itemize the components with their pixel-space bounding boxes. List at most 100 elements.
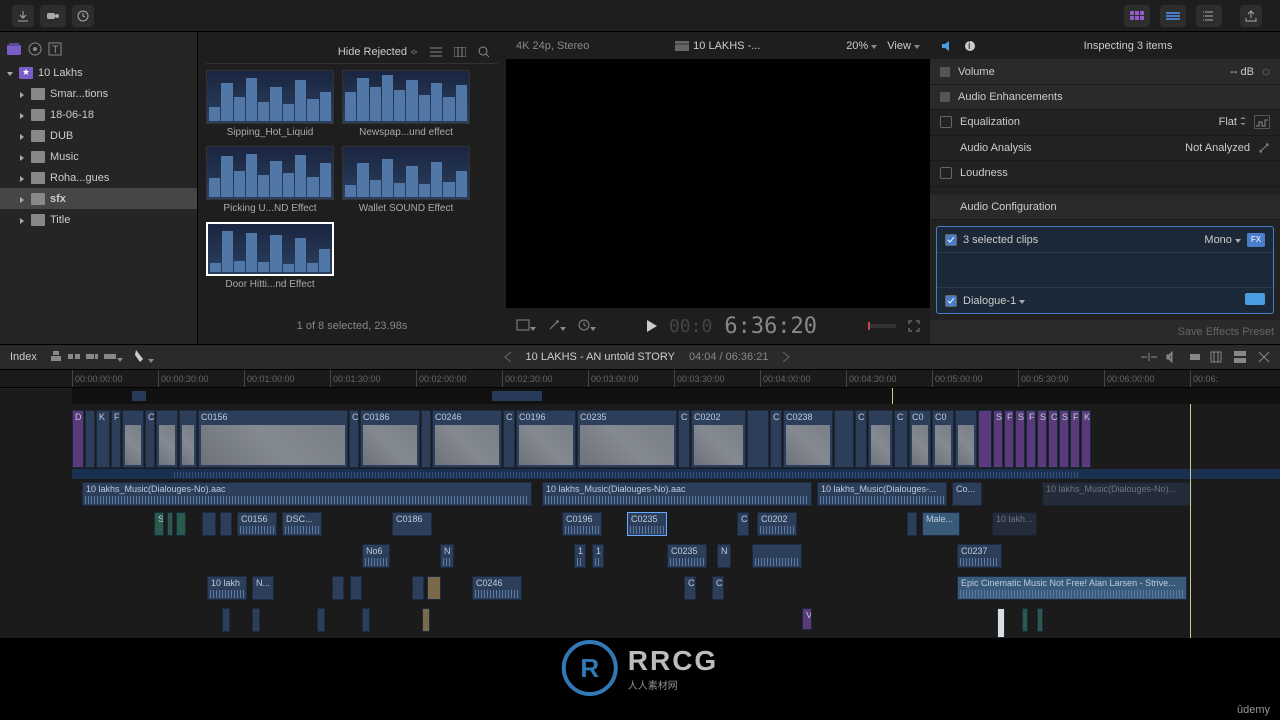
video-clip[interactable]: C0246 [432,410,502,468]
video-clip[interactable] [122,410,144,468]
tool-menu[interactable] [135,349,154,366]
video-clip[interactable]: C0235 [577,410,677,468]
audio-clip[interactable]: C [712,576,724,600]
eq-value[interactable]: Flat [1219,116,1246,128]
video-clip[interactable]: C0 [932,410,954,468]
dialogue-label[interactable]: Dialogue-1 [963,295,1025,307]
audio-clip[interactable] [907,512,917,536]
timeline-close-icon[interactable] [1258,351,1270,363]
video-clip[interactable]: C [145,410,155,468]
audio-clip[interactable] [350,576,362,600]
audio-clip[interactable] [752,544,802,568]
audio-clip[interactable] [422,608,430,632]
play-button[interactable] [647,320,657,332]
audio-clip[interactable] [997,608,1005,638]
insert-clip-icon[interactable] [67,350,81,362]
video-clip[interactable]: K [1081,410,1091,468]
video-clip[interactable]: C [678,410,690,468]
timeline-overview[interactable] [72,388,1280,404]
audio-clip[interactable]: 10 lakh... [992,512,1037,536]
audio-clip[interactable]: C0235 [627,512,667,536]
retime-menu[interactable] [578,319,596,334]
sidebar-item-dub[interactable]: DUB [0,125,197,146]
timeline-ruler[interactable]: 00:00:00:00 00:00:30:00 00:01:00:00 00:0… [0,370,1280,388]
audio-clip[interactable]: Male... [922,512,960,536]
video-clip[interactable]: C0 [909,410,931,468]
audio-clip[interactable]: S [154,512,164,536]
audio-clip[interactable]: C [684,576,696,600]
view-menu[interactable]: View [887,40,920,52]
config-checkbox[interactable] [945,234,957,246]
clip-thumb[interactable]: Picking U...ND Effect [206,146,334,214]
save-preset-button[interactable]: Save Effects Preset [1178,326,1274,338]
video-clip[interactable]: F [1070,410,1080,468]
audio-clip[interactable] [220,512,232,536]
hide-rejected-menu[interactable]: Hide Rejected [338,46,418,58]
video-clip[interactable] [747,410,769,468]
titles-icon[interactable]: T [48,42,62,56]
audio-clip[interactable]: 10 lakhs_Music(Dialouges-... [817,482,947,506]
video-clip[interactable] [85,410,95,468]
audio-clip[interactable] [167,512,173,536]
audio-clip[interactable]: N [717,544,731,568]
audio-clip[interactable]: Epic Cinematic Music Not Free! Alan Lars… [957,576,1187,600]
timeline-view-button[interactable] [1160,5,1186,27]
audio-clip[interactable] [252,608,260,632]
video-clip[interactable]: F [1026,410,1036,468]
audio-clip[interactable]: C [737,512,749,536]
playhead[interactable] [1190,404,1191,638]
video-clip[interactable] [421,410,431,468]
video-clip[interactable]: S [993,410,1003,468]
loudness-checkbox[interactable] [940,167,952,179]
filmstrip-view-icon[interactable] [454,47,466,57]
audio-clip[interactable]: C0235 [667,544,707,568]
audio-clip[interactable]: C0246 [472,576,522,600]
video-clip[interactable]: C [855,410,867,468]
enhance-menu[interactable] [548,319,566,334]
skimming-icon[interactable] [1140,352,1158,362]
eq-graph-icon[interactable] [1254,115,1270,129]
reset-icon[interactable] [1262,68,1270,76]
video-clip[interactable] [955,410,977,468]
audio-clip[interactable]: No6 [362,544,390,568]
keyword-button[interactable] [40,5,66,27]
share-button[interactable] [1240,5,1262,27]
audio-skim-icon[interactable] [1166,351,1180,363]
snap-icon[interactable] [1210,351,1222,363]
video-clip[interactable]: C [770,410,782,468]
timeline-tracks[interactable]: D K F C C0156 C C0186 C0246 C C0196 C023… [0,404,1280,638]
import-button[interactable] [12,5,34,27]
zoom-menu[interactable]: 20% [846,40,877,52]
video-clip[interactable] [868,410,893,468]
photos-icon[interactable] [28,42,42,56]
audio-clip[interactable]: 10 lakhs_Music(Dialouges-No).aac [82,482,532,506]
hide-icon[interactable] [940,67,950,77]
audio-clip[interactable]: 10 lakhs_Music(Dialouges-No)... [1042,482,1192,506]
sidebar-item-sfx[interactable]: sfx [0,188,197,209]
clip-thumb[interactable]: Wallet SOUND Effect [342,146,470,214]
list-view-icon[interactable] [430,47,442,57]
video-clip[interactable]: C [894,410,908,468]
timeline-next-icon[interactable] [782,352,790,362]
audio-clip[interactable]: C0237 [957,544,1002,568]
inspector-toggle-button[interactable] [1196,5,1222,27]
viewer-canvas[interactable] [506,60,930,308]
video-clip[interactable]: C [349,410,359,468]
video-clip[interactable]: S [1015,410,1025,468]
audio-clip[interactable]: C0156 [237,512,277,536]
audio-clip[interactable] [202,512,216,536]
audio-clip[interactable]: DSC... [282,512,322,536]
audio-clip[interactable] [332,576,344,600]
library-view-button[interactable] [1124,5,1150,27]
audio-clip[interactable] [362,608,370,632]
hide-icon[interactable] [940,92,950,102]
video-clip[interactable] [834,410,854,468]
library-icon[interactable] [6,42,22,56]
timeline-layout-icon[interactable] [1234,351,1246,363]
audio-clip[interactable] [1037,608,1043,632]
sidebar-root[interactable]: 10 Lakhs [0,62,197,83]
audio-clip[interactable]: N [440,544,454,568]
audio-clip[interactable]: V [802,608,812,630]
info-tab-icon[interactable]: i [964,40,976,52]
audio-clip[interactable] [222,608,230,632]
